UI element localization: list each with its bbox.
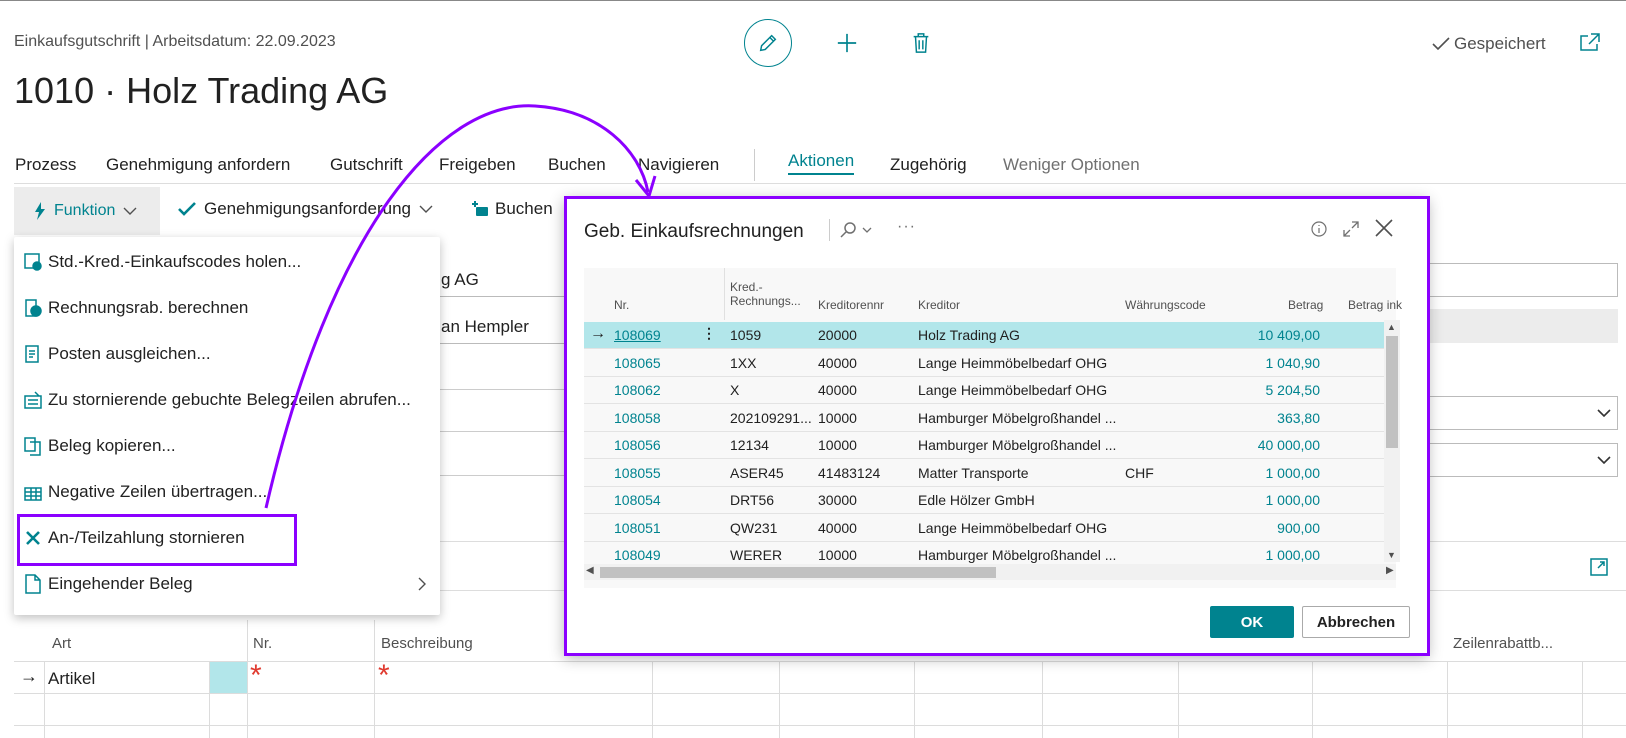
annotation-arrow — [264, 104, 657, 509]
